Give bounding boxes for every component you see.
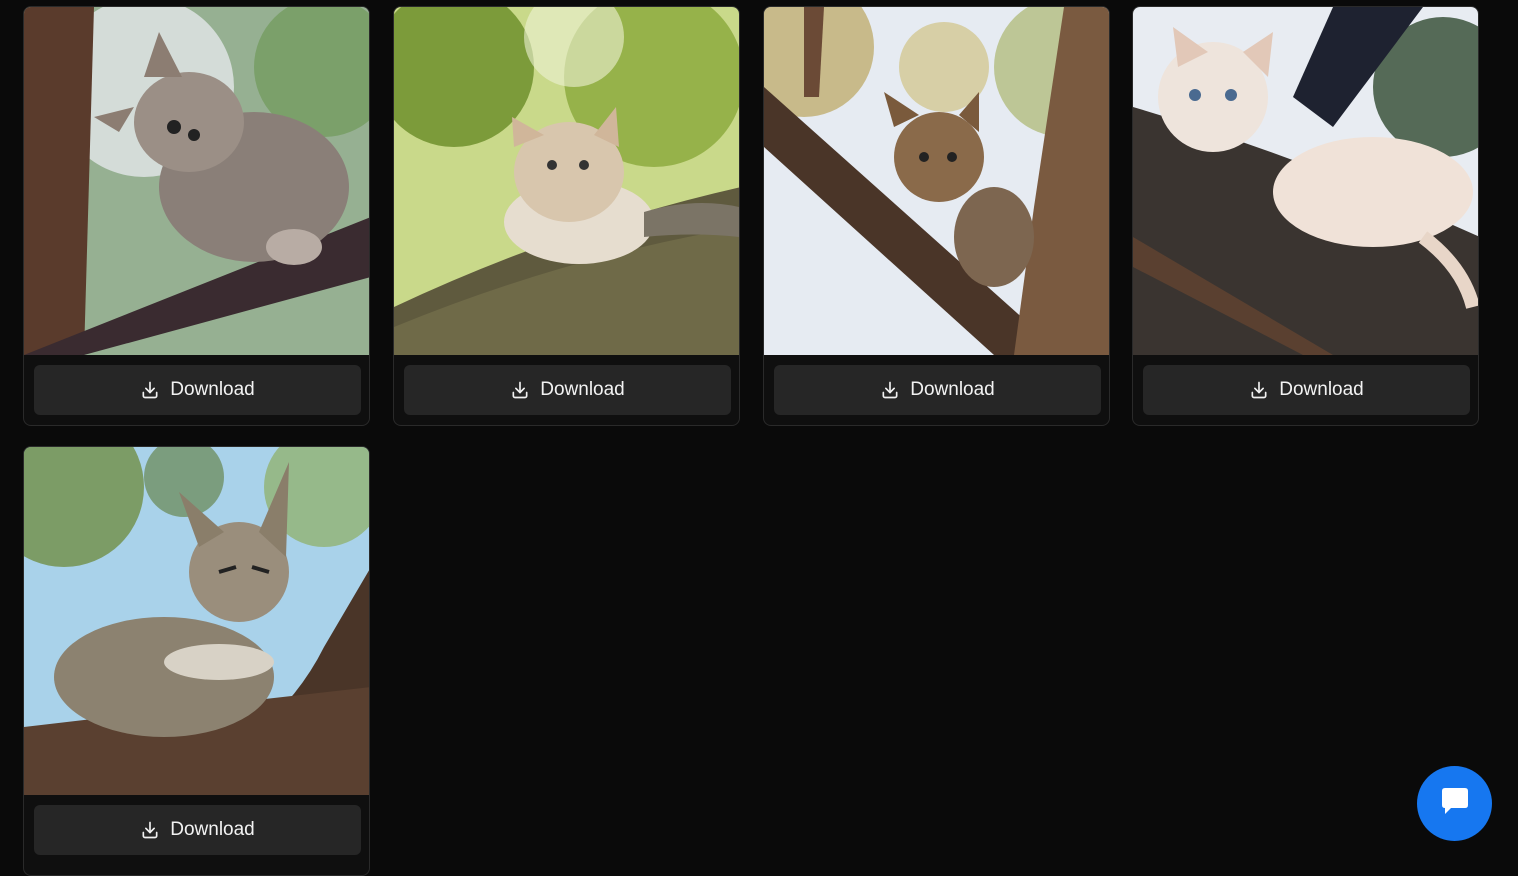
download-icon (140, 380, 160, 400)
download-icon (510, 380, 530, 400)
download-button[interactable]: Download (1143, 365, 1470, 415)
download-button[interactable]: Download (34, 365, 361, 415)
cat-photo-image (394, 7, 739, 355)
cat-photo-image (1133, 7, 1478, 355)
cat-photo[interactable] (764, 7, 1109, 355)
cat-photo[interactable] (1133, 7, 1478, 355)
image-card: Download (23, 6, 370, 426)
download-label: Download (1279, 379, 1364, 400)
cat-photo-image (24, 7, 369, 355)
cat-photo-image (24, 447, 369, 795)
cat-photo-image (764, 7, 1109, 355)
cat-photo[interactable] (24, 7, 369, 355)
download-label: Download (170, 379, 255, 400)
download-button[interactable]: Download (34, 805, 361, 855)
download-label: Download (540, 379, 625, 400)
chat-bubble-icon (1437, 783, 1473, 824)
download-button[interactable]: Download (404, 365, 731, 415)
download-icon (140, 820, 160, 840)
image-card: Download (23, 446, 370, 876)
download-icon (1249, 380, 1269, 400)
image-card: Download (393, 6, 740, 426)
chat-launcher-button[interactable] (1417, 766, 1492, 841)
image-card: Download (763, 6, 1110, 426)
download-button[interactable]: Download (774, 365, 1101, 415)
cat-photo[interactable] (24, 447, 369, 795)
download-label: Download (170, 819, 255, 840)
download-icon (880, 380, 900, 400)
cat-photo[interactable] (394, 7, 739, 355)
image-card: Download (1132, 6, 1479, 426)
download-label: Download (910, 379, 995, 400)
